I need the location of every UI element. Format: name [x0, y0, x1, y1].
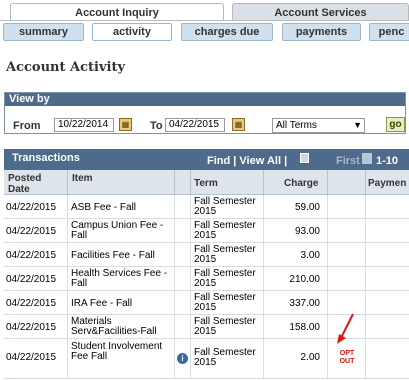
find-link[interactable]: Find [207, 155, 230, 167]
dropdown-arrow-icon: ▼ [353, 120, 362, 130]
column-headers: Posted Date Item Term Charge Paymen [4, 170, 409, 195]
grid-line [365, 195, 366, 379]
row-term: Fall Semester 2015 [194, 347, 256, 368]
col-divider [174, 170, 175, 194]
row-item: IRA Fee - Fall [71, 298, 133, 309]
grid-line [263, 195, 264, 379]
col-payment[interactable]: Paymen [368, 178, 406, 189]
row-charge: 93.00 [294, 226, 320, 237]
red-arrow-icon [337, 313, 354, 344]
grid-title: Transactions [12, 152, 80, 164]
col-divider [263, 170, 264, 194]
info-icon[interactable]: i [177, 353, 188, 364]
col-divider [327, 170, 328, 194]
table-row: 04/22/2015 Facilities Fee - Fall Fall Se… [4, 243, 409, 267]
row-term: Fall Semester 2015 [194, 292, 256, 313]
calendar-icon[interactable]: ▦ [119, 118, 132, 131]
row-term: Fall Semester 2015 [194, 196, 256, 217]
row-item: Campus Union Fee - Fall [71, 220, 164, 241]
row-term: Fall Semester 2015 [194, 316, 256, 337]
main-tabs: Account Inquiry Account Services [0, 0, 409, 22]
row-charge: 3.00 [300, 250, 320, 261]
row-item: ASB Fee - Fall [71, 202, 137, 213]
col-posted-date[interactable]: Posted Date [8, 173, 56, 195]
view-by-panel: View by From 10/22/2014 ▦ To 04/22/2015 … [4, 92, 406, 134]
col-divider [190, 170, 191, 194]
row-charge: 59.00 [294, 202, 320, 213]
col-divider [67, 170, 68, 194]
row-item: Facilities Fee - Fall [71, 250, 155, 261]
opt-out-link[interactable]: OPT OUT [338, 350, 356, 366]
row-charge: 158.00 [289, 322, 320, 333]
col-divider [365, 170, 366, 194]
download-icon[interactable] [300, 153, 309, 163]
table-row: 04/22/2015 Health Services Fee - Fall Fa… [4, 267, 409, 291]
subtab-charges-due[interactable]: charges due [181, 23, 273, 41]
to-label: To [150, 120, 163, 132]
to-date-input[interactable]: 04/22/2015 [165, 118, 225, 132]
grid-find-links: Find | View All | [207, 155, 287, 167]
grid-line [327, 195, 328, 379]
row-item: Health Services Fee - Fall [71, 268, 168, 289]
col-term[interactable]: Term [194, 178, 218, 189]
subtab-activity[interactable]: activity [92, 23, 172, 41]
col-charge[interactable]: Charge [284, 178, 318, 189]
table-row: 04/22/2015 ASB Fee - Fall Fall Semester … [4, 195, 409, 219]
row-date: 04/22/2015 [6, 202, 57, 213]
tab-account-inquiry[interactable]: Account Inquiry [10, 3, 224, 21]
go-button[interactable]: go [386, 117, 405, 132]
subtab-summary[interactable]: summary [3, 23, 84, 41]
view-by-header: View by [5, 93, 405, 106]
row-item: Materials Serv&Facilities-Fall [71, 316, 157, 337]
tab-divider [0, 20, 409, 21]
row-date: 04/22/2015 [6, 250, 57, 261]
row-term: Fall Semester 2015 [194, 220, 256, 241]
row-date: 04/22/2015 [6, 298, 57, 309]
from-date-input[interactable]: 10/22/2014 [54, 118, 114, 132]
row-item: Student Involvement Fee Fall [71, 341, 163, 362]
term-select-value: All Terms [276, 120, 317, 131]
row-date: 04/22/2015 [6, 322, 57, 333]
from-label: From [13, 120, 41, 132]
tab-account-services[interactable]: Account Services [232, 3, 409, 21]
grid-line [67, 195, 68, 379]
calendar-icon[interactable]: ▦ [232, 118, 245, 131]
row-date: 04/22/2015 [6, 226, 57, 237]
subtab-pending[interactable]: penc [369, 23, 409, 41]
col-item[interactable]: Item [72, 173, 93, 184]
row-date: 04/22/2015 [6, 352, 57, 363]
separator: | [284, 155, 288, 167]
row-charge: 210.00 [289, 274, 320, 285]
first-link[interactable]: First [336, 155, 360, 167]
row-date: 04/22/2015 [6, 274, 57, 285]
row-term: Fall Semester 2015 [194, 268, 256, 289]
grid-header: Transactions Find | View All | First 1-1… [4, 149, 409, 170]
row-term: Fall Semester 2015 [194, 244, 256, 265]
view-all-link[interactable]: View All [239, 155, 281, 167]
separator: | [233, 155, 237, 167]
row-range: 1-10 [376, 155, 399, 167]
transactions-grid: Transactions Find | View All | First 1-1… [4, 149, 409, 195]
page-title: Account Activity [6, 60, 126, 75]
row-charge: 2.00 [300, 352, 320, 363]
previous-page-icon[interactable] [362, 153, 372, 164]
subtab-payments[interactable]: payments [282, 23, 361, 41]
row-charge: 337.00 [289, 298, 320, 309]
term-select[interactable]: All Terms ▼ [272, 118, 365, 133]
table-row: 04/22/2015 Campus Union Fee - Fall Fall … [4, 219, 409, 243]
sub-tabs: summary activity charges due payments pe… [0, 23, 409, 43]
grid-line [190, 195, 191, 379]
grid-line [174, 195, 175, 379]
